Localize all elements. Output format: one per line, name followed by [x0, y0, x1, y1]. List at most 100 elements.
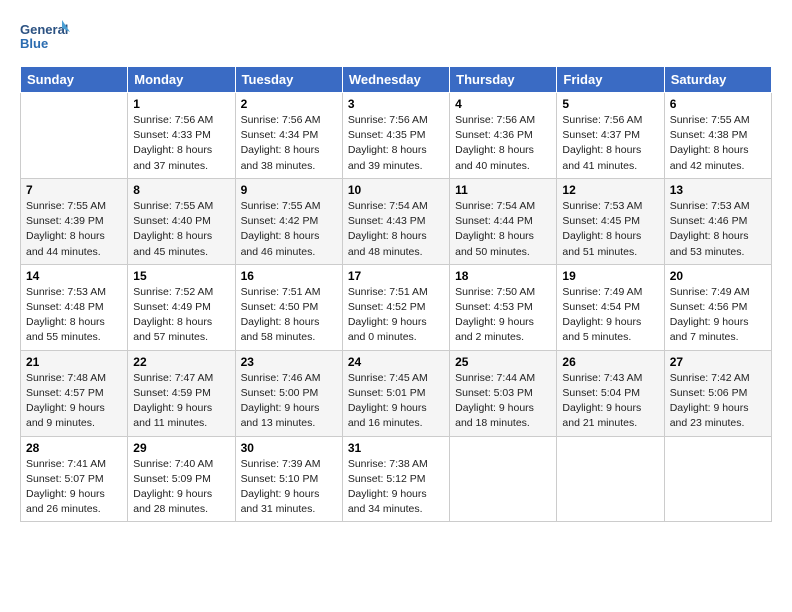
day-cell: 11 Sunrise: 7:54 AMSunset: 4:44 PMDaylig… [450, 178, 557, 264]
day-info: Sunrise: 7:55 AMSunset: 4:39 PMDaylight:… [26, 200, 106, 258]
day-info: Sunrise: 7:55 AMSunset: 4:40 PMDaylight:… [133, 200, 213, 258]
day-info: Sunrise: 7:50 AMSunset: 4:53 PMDaylight:… [455, 286, 535, 344]
day-number: 22 [133, 355, 229, 369]
day-info: Sunrise: 7:51 AMSunset: 4:52 PMDaylight:… [348, 286, 428, 344]
day-number: 10 [348, 183, 444, 197]
calendar-table: SundayMondayTuesdayWednesdayThursdayFrid… [20, 66, 772, 522]
day-number: 6 [670, 97, 766, 111]
col-header-wednesday: Wednesday [342, 67, 449, 93]
day-cell: 17 Sunrise: 7:51 AMSunset: 4:52 PMDaylig… [342, 264, 449, 350]
day-cell: 29 Sunrise: 7:40 AMSunset: 5:09 PMDaylig… [128, 436, 235, 522]
col-header-thursday: Thursday [450, 67, 557, 93]
svg-text:Blue: Blue [20, 36, 48, 51]
day-info: Sunrise: 7:49 AMSunset: 4:56 PMDaylight:… [670, 286, 750, 344]
day-info: Sunrise: 7:56 AMSunset: 4:36 PMDaylight:… [455, 114, 535, 172]
col-header-tuesday: Tuesday [235, 67, 342, 93]
day-number: 8 [133, 183, 229, 197]
day-info: Sunrise: 7:56 AMSunset: 4:34 PMDaylight:… [241, 114, 321, 172]
day-number: 2 [241, 97, 337, 111]
day-cell [21, 93, 128, 179]
day-info: Sunrise: 7:43 AMSunset: 5:04 PMDaylight:… [562, 372, 642, 430]
day-cell: 5 Sunrise: 7:56 AMSunset: 4:37 PMDayligh… [557, 93, 664, 179]
day-number: 25 [455, 355, 551, 369]
day-info: Sunrise: 7:48 AMSunset: 4:57 PMDaylight:… [26, 372, 106, 430]
day-cell: 18 Sunrise: 7:50 AMSunset: 4:53 PMDaylig… [450, 264, 557, 350]
col-header-monday: Monday [128, 67, 235, 93]
col-header-sunday: Sunday [21, 67, 128, 93]
day-number: 17 [348, 269, 444, 283]
col-header-friday: Friday [557, 67, 664, 93]
day-info: Sunrise: 7:49 AMSunset: 4:54 PMDaylight:… [562, 286, 642, 344]
day-cell: 9 Sunrise: 7:55 AMSunset: 4:42 PMDayligh… [235, 178, 342, 264]
day-cell: 31 Sunrise: 7:38 AMSunset: 5:12 PMDaylig… [342, 436, 449, 522]
day-cell: 15 Sunrise: 7:52 AMSunset: 4:49 PMDaylig… [128, 264, 235, 350]
day-info: Sunrise: 7:44 AMSunset: 5:03 PMDaylight:… [455, 372, 535, 430]
week-row-4: 21 Sunrise: 7:48 AMSunset: 4:57 PMDaylig… [21, 350, 772, 436]
day-number: 30 [241, 441, 337, 455]
day-cell: 12 Sunrise: 7:53 AMSunset: 4:45 PMDaylig… [557, 178, 664, 264]
logo-svg: General Blue [20, 18, 70, 56]
day-cell: 26 Sunrise: 7:43 AMSunset: 5:04 PMDaylig… [557, 350, 664, 436]
day-info: Sunrise: 7:45 AMSunset: 5:01 PMDaylight:… [348, 372, 428, 430]
day-info: Sunrise: 7:51 AMSunset: 4:50 PMDaylight:… [241, 286, 321, 344]
day-number: 29 [133, 441, 229, 455]
week-row-5: 28 Sunrise: 7:41 AMSunset: 5:07 PMDaylig… [21, 436, 772, 522]
page: General Blue SundayMondayTuesdayWednesda… [0, 0, 792, 612]
day-cell: 25 Sunrise: 7:44 AMSunset: 5:03 PMDaylig… [450, 350, 557, 436]
day-info: Sunrise: 7:56 AMSunset: 4:37 PMDaylight:… [562, 114, 642, 172]
svg-text:General: General [20, 22, 68, 37]
day-number: 27 [670, 355, 766, 369]
day-cell: 13 Sunrise: 7:53 AMSunset: 4:46 PMDaylig… [664, 178, 771, 264]
logo: General Blue [20, 18, 70, 56]
day-info: Sunrise: 7:46 AMSunset: 5:00 PMDaylight:… [241, 372, 321, 430]
day-number: 12 [562, 183, 658, 197]
day-cell: 23 Sunrise: 7:46 AMSunset: 5:00 PMDaylig… [235, 350, 342, 436]
day-info: Sunrise: 7:54 AMSunset: 4:44 PMDaylight:… [455, 200, 535, 258]
day-cell [664, 436, 771, 522]
day-cell: 28 Sunrise: 7:41 AMSunset: 5:07 PMDaylig… [21, 436, 128, 522]
day-info: Sunrise: 7:40 AMSunset: 5:09 PMDaylight:… [133, 458, 213, 516]
day-info: Sunrise: 7:53 AMSunset: 4:46 PMDaylight:… [670, 200, 750, 258]
day-info: Sunrise: 7:55 AMSunset: 4:42 PMDaylight:… [241, 200, 321, 258]
day-number: 20 [670, 269, 766, 283]
day-cell: 24 Sunrise: 7:45 AMSunset: 5:01 PMDaylig… [342, 350, 449, 436]
week-row-3: 14 Sunrise: 7:53 AMSunset: 4:48 PMDaylig… [21, 264, 772, 350]
day-cell: 4 Sunrise: 7:56 AMSunset: 4:36 PMDayligh… [450, 93, 557, 179]
day-number: 28 [26, 441, 122, 455]
day-number: 19 [562, 269, 658, 283]
week-row-2: 7 Sunrise: 7:55 AMSunset: 4:39 PMDayligh… [21, 178, 772, 264]
day-info: Sunrise: 7:56 AMSunset: 4:35 PMDaylight:… [348, 114, 428, 172]
day-cell: 19 Sunrise: 7:49 AMSunset: 4:54 PMDaylig… [557, 264, 664, 350]
day-info: Sunrise: 7:41 AMSunset: 5:07 PMDaylight:… [26, 458, 106, 516]
day-number: 7 [26, 183, 122, 197]
day-number: 31 [348, 441, 444, 455]
day-number: 5 [562, 97, 658, 111]
day-cell: 6 Sunrise: 7:55 AMSunset: 4:38 PMDayligh… [664, 93, 771, 179]
day-number: 26 [562, 355, 658, 369]
day-number: 21 [26, 355, 122, 369]
header: General Blue [20, 18, 772, 56]
day-cell: 20 Sunrise: 7:49 AMSunset: 4:56 PMDaylig… [664, 264, 771, 350]
day-number: 11 [455, 183, 551, 197]
header-row: SundayMondayTuesdayWednesdayThursdayFrid… [21, 67, 772, 93]
day-cell: 21 Sunrise: 7:48 AMSunset: 4:57 PMDaylig… [21, 350, 128, 436]
day-cell: 30 Sunrise: 7:39 AMSunset: 5:10 PMDaylig… [235, 436, 342, 522]
week-row-1: 1 Sunrise: 7:56 AMSunset: 4:33 PMDayligh… [21, 93, 772, 179]
day-number: 23 [241, 355, 337, 369]
col-header-saturday: Saturday [664, 67, 771, 93]
day-cell: 3 Sunrise: 7:56 AMSunset: 4:35 PMDayligh… [342, 93, 449, 179]
day-cell: 1 Sunrise: 7:56 AMSunset: 4:33 PMDayligh… [128, 93, 235, 179]
day-cell: 8 Sunrise: 7:55 AMSunset: 4:40 PMDayligh… [128, 178, 235, 264]
day-info: Sunrise: 7:53 AMSunset: 4:48 PMDaylight:… [26, 286, 106, 344]
day-cell [450, 436, 557, 522]
day-cell: 7 Sunrise: 7:55 AMSunset: 4:39 PMDayligh… [21, 178, 128, 264]
day-info: Sunrise: 7:52 AMSunset: 4:49 PMDaylight:… [133, 286, 213, 344]
day-number: 24 [348, 355, 444, 369]
day-number: 1 [133, 97, 229, 111]
day-number: 15 [133, 269, 229, 283]
day-cell: 2 Sunrise: 7:56 AMSunset: 4:34 PMDayligh… [235, 93, 342, 179]
day-info: Sunrise: 7:54 AMSunset: 4:43 PMDaylight:… [348, 200, 428, 258]
day-info: Sunrise: 7:38 AMSunset: 5:12 PMDaylight:… [348, 458, 428, 516]
day-info: Sunrise: 7:53 AMSunset: 4:45 PMDaylight:… [562, 200, 642, 258]
day-cell: 16 Sunrise: 7:51 AMSunset: 4:50 PMDaylig… [235, 264, 342, 350]
